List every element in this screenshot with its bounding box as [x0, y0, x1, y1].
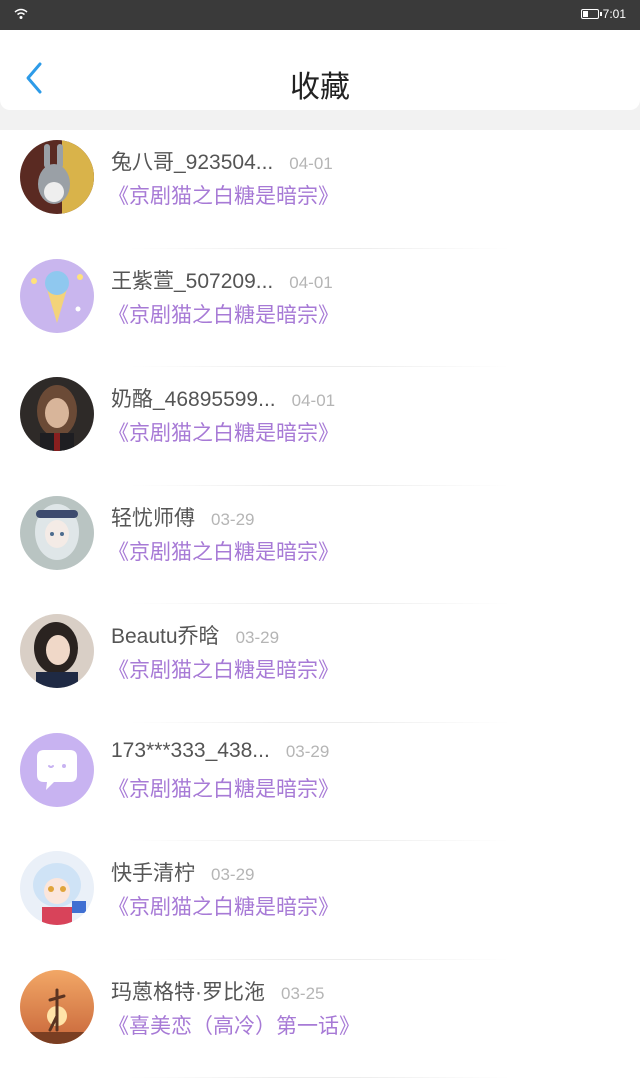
work-title-link[interactable]: 《京剧猫之白糖是暗宗》 — [108, 299, 339, 329]
anime-character-avatar-icon — [20, 851, 94, 925]
work-title-link[interactable]: 《京剧猫之白糖是暗宗》 — [108, 180, 339, 210]
date: 04-01 — [292, 391, 335, 411]
list-item[interactable]: 兔八哥_923504... 04-01 《京剧猫之白糖是暗宗》 — [0, 130, 640, 249]
status-bar: 7:01 — [0, 0, 640, 30]
username: 173***333_438... — [111, 739, 270, 763]
girl-photo-avatar-icon — [20, 614, 94, 688]
username: 快手清柠 — [111, 857, 195, 887]
list-item[interactable]: 轻忧师傅 03-29 《京剧猫之白糖是暗宗》 — [0, 486, 640, 605]
username: 玛蒽格特·罗比沲 — [111, 976, 265, 1006]
avatar[interactable] — [20, 851, 94, 925]
avatar[interactable] — [20, 496, 94, 570]
list-item[interactable]: 玛蒽格特·罗比沲 03-25 《喜美恋（高冷）第一话》 — [0, 960, 640, 1078]
work-title-link[interactable]: 《京剧猫之白糖是暗宗》 — [108, 773, 339, 803]
username: 轻忧师傅 — [111, 502, 195, 532]
header-area: 收藏 — [0, 30, 640, 130]
work-title-link[interactable]: 《京剧猫之白糖是暗宗》 — [108, 536, 339, 566]
page-title: 收藏 — [0, 62, 640, 106]
avatar[interactable] — [20, 140, 94, 214]
status-time: 7:01 — [603, 7, 626, 21]
date: 03-29 — [286, 742, 329, 762]
avatar[interactable] — [20, 733, 94, 807]
list-item[interactable]: 王紫萱_507209... 04-01 《京剧猫之白糖是暗宗》 — [0, 249, 640, 368]
list-item[interactable]: 奶酪_46895599... 04-01 《京剧猫之白糖是暗宗》 — [0, 367, 640, 486]
date: 04-01 — [289, 273, 332, 293]
wifi-icon — [14, 8, 28, 20]
date: 04-01 — [289, 154, 332, 174]
date: 03-29 — [211, 865, 254, 885]
sunset-dancer-avatar-icon — [20, 970, 94, 1044]
date: 03-29 — [211, 510, 254, 530]
avatar[interactable] — [20, 970, 94, 1044]
date: 03-29 — [236, 628, 279, 648]
username: 王紫萱_507209... — [111, 265, 273, 295]
list-item[interactable]: 173***333_438... 03-29 《京剧猫之白糖是暗宗》 — [0, 723, 640, 842]
girl-portrait-avatar-icon — [20, 377, 94, 451]
battery-icon — [581, 9, 599, 19]
avatar[interactable] — [20, 377, 94, 451]
work-title-link[interactable]: 《京剧猫之白糖是暗宗》 — [108, 654, 339, 684]
username: 奶酪_46895599... — [111, 383, 276, 413]
work-title-link[interactable]: 《喜美恋（高冷）第一话》 — [108, 1010, 360, 1040]
chat-bubble-avatar-icon — [20, 733, 94, 807]
username: Beautu乔晗 — [111, 620, 220, 650]
list-item[interactable]: Beautu乔晗 03-29 《京剧猫之白糖是暗宗》 — [0, 604, 640, 723]
username: 兔八哥_923504... — [111, 146, 273, 176]
anime-girl-avatar-icon — [20, 496, 94, 570]
header: 收藏 — [0, 30, 640, 110]
list-item[interactable]: 快手清柠 03-29 《京剧猫之白糖是暗宗》 — [0, 841, 640, 960]
avatar[interactable] — [20, 614, 94, 688]
avatar[interactable] — [20, 259, 94, 333]
work-title-link[interactable]: 《京剧猫之白糖是暗宗》 — [108, 417, 339, 447]
work-title-link[interactable]: 《京剧猫之白糖是暗宗》 — [108, 891, 339, 921]
favorites-list: 兔八哥_923504... 04-01 《京剧猫之白糖是暗宗》 王紫萱_5072… — [0, 130, 640, 1078]
date: 03-25 — [281, 984, 324, 1004]
bugs-bunny-avatar-icon — [20, 140, 94, 214]
ice-cream-avatar-icon — [20, 259, 94, 333]
